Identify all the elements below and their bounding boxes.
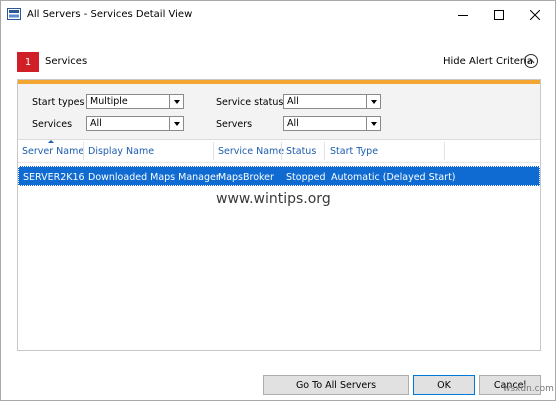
maximize-button[interactable] [483, 3, 515, 27]
cell-server-name: SERVER2K16 [23, 172, 85, 183]
watermark-text: www.wintips.org [216, 191, 331, 207]
title-bar: All Servers - Services Detail View [1, 1, 555, 29]
column-header-status[interactable]: Status [286, 146, 316, 157]
start-types-select[interactable]: Multiple [86, 94, 184, 109]
maximize-icon [494, 10, 504, 20]
column-header-display-name[interactable]: Display Name [88, 146, 154, 157]
chevron-up-icon[interactable] [524, 54, 538, 68]
start-types-label: Start types [32, 97, 85, 108]
cell-start-type: Automatic (Delayed Start) [331, 172, 456, 183]
service-status-select[interactable]: All [283, 94, 381, 109]
alert-criteria-section: Start types Multiple Service status All … [18, 84, 540, 140]
ok-button[interactable]: OK [413, 375, 475, 395]
minimize-button[interactable] [447, 3, 479, 27]
column-divider[interactable] [444, 142, 445, 160]
server-manager-icon [7, 8, 21, 20]
cell-service-name: MapsBroker [218, 172, 274, 183]
services-label: Services [32, 119, 73, 130]
services-select[interactable]: All [86, 116, 184, 131]
column-header-server-name[interactable]: Server Name [22, 146, 84, 157]
hide-alert-criteria-link[interactable]: Hide Alert Criteria [443, 56, 533, 67]
chevron-down-icon [366, 95, 380, 108]
column-divider[interactable] [281, 142, 282, 160]
chevron-down-icon [169, 117, 183, 130]
column-header-start-type[interactable]: Start Type [330, 146, 378, 157]
cell-display-name: Downloaded Maps Manager [88, 172, 220, 183]
services-panel: Start types Multiple Service status All … [17, 79, 541, 351]
service-status-value: All [287, 96, 299, 107]
alert-label: Services [45, 56, 88, 67]
column-header-service-name[interactable]: Service Name [218, 146, 284, 157]
corner-watermark: wsxdn.com [503, 384, 554, 394]
cell-status: Stopped [286, 172, 326, 183]
minimize-icon [458, 14, 468, 16]
column-divider[interactable] [213, 142, 214, 160]
grid-header: Server Name Display Name Service Name St… [18, 140, 540, 163]
column-divider[interactable] [324, 142, 325, 160]
go-to-all-servers-button[interactable]: Go To All Servers [263, 375, 409, 395]
close-icon [530, 10, 540, 20]
service-status-label: Service status [216, 97, 284, 108]
column-divider[interactable] [83, 142, 84, 160]
close-button[interactable] [519, 3, 551, 27]
services-value: All [90, 118, 102, 129]
chevron-down-icon [366, 117, 380, 130]
servers-select[interactable]: All [283, 116, 381, 131]
servers-value: All [287, 118, 299, 129]
sort-ascending-icon [48, 140, 54, 143]
window-title: All Servers - Services Detail View [27, 9, 193, 20]
chevron-down-icon [169, 95, 183, 108]
start-types-value: Multiple [90, 96, 128, 107]
servers-label: Servers [216, 119, 253, 130]
alert-count-badge: 1 [17, 52, 39, 72]
table-row[interactable]: SERVER2K16 Downloaded Maps Manager MapsB… [18, 166, 540, 186]
dialog-window: All Servers - Services Detail View 1 Ser… [0, 0, 556, 401]
